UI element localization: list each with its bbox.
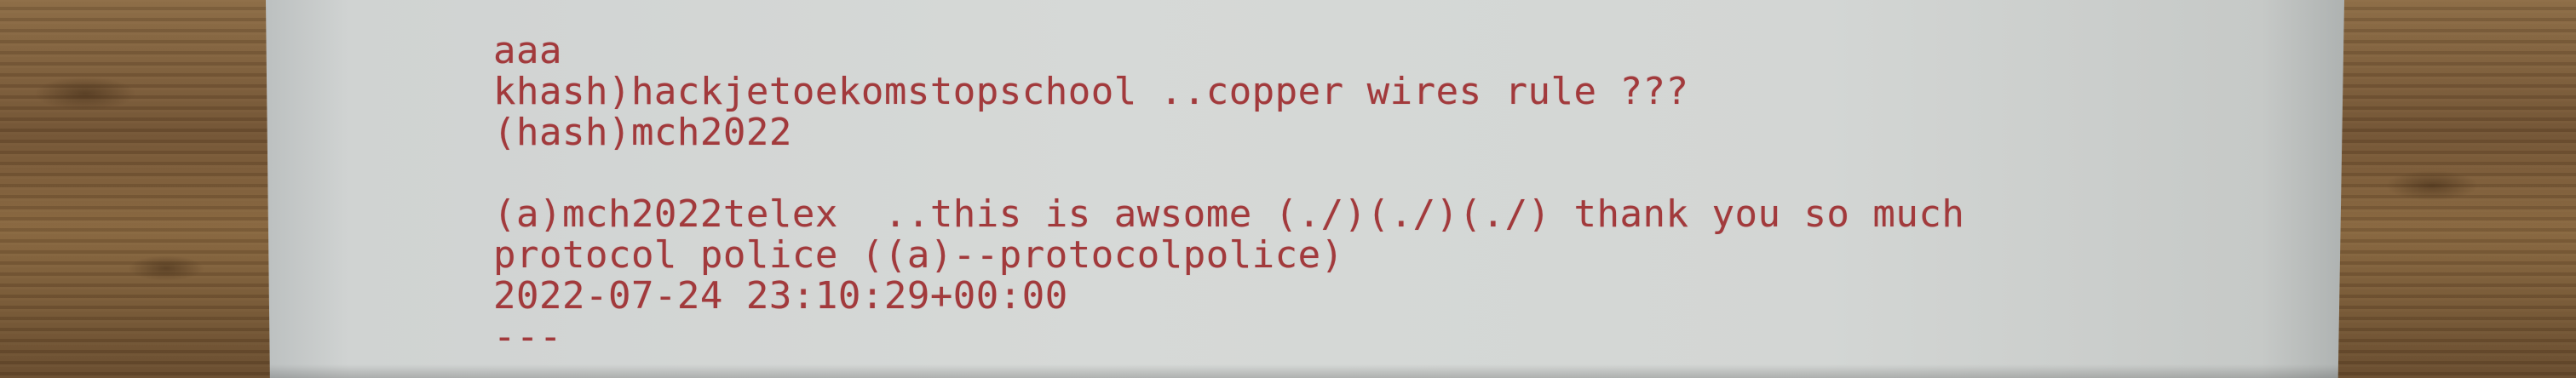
telex-paper-strip: aaa khash)hackjetoekomstopschool ..copper… [266, 0, 2344, 378]
wooden-table-right [2334, 0, 2576, 378]
printout-line-4: (a)mch2022telex ..this is awsome (./)(./… [493, 192, 1965, 236]
wooden-table-left [0, 0, 273, 378]
printout-line-3: (hash)mch2022 [493, 111, 792, 154]
printout-timestamp: 2022-07-24 23:10:29+00:00 [493, 274, 1068, 318]
paper-shadow-edge [266, 364, 2344, 378]
wood-knot [34, 77, 136, 111]
printout-blank-line [493, 153, 1964, 194]
wood-knot [128, 255, 204, 281]
printout-line-2: khash)hackjetoekomstopschool ..copper wi… [493, 70, 1689, 113]
printout-separator: --- [493, 315, 562, 358]
printout-line-1: aaa [493, 29, 562, 72]
wood-knot [2385, 170, 2479, 201]
telex-printout: aaa khash)hackjetoekomstopschool ..copper… [493, 31, 1964, 358]
printout-line-5: protocol police ((a)--protocolpolice) [493, 233, 1344, 277]
